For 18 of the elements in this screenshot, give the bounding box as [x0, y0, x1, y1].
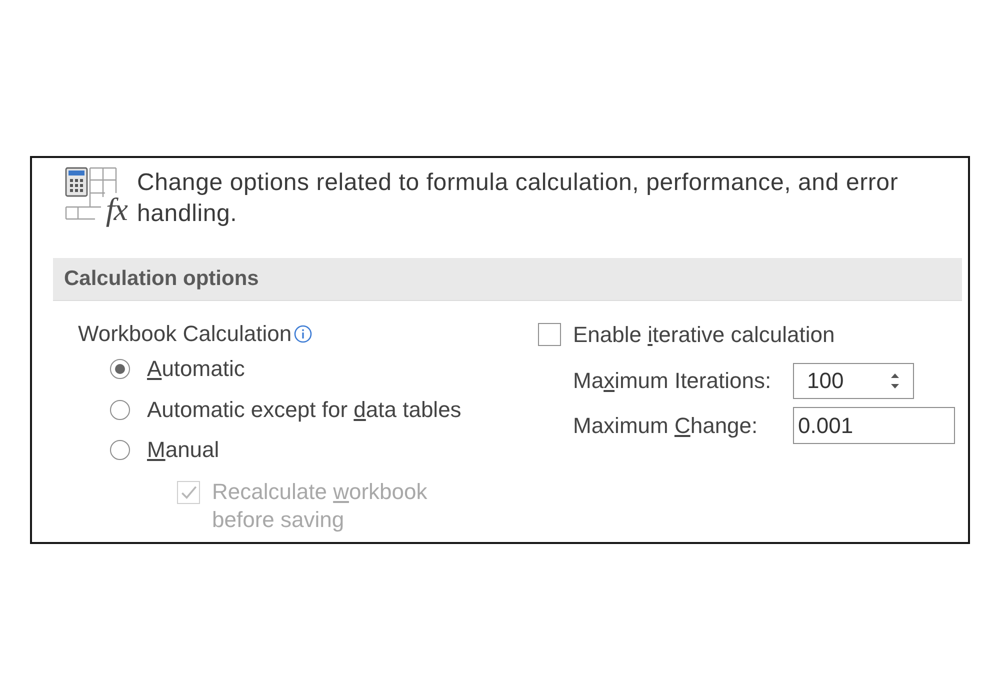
- number-spinner[interactable]: 100: [793, 363, 914, 399]
- radio-label[interactable]: Automatic except for data tables: [147, 396, 462, 423]
- checkmark-icon: [180, 486, 196, 498]
- info-icon[interactable]: [294, 324, 312, 342]
- checkbox-label[interactable]: Enable iterative calculation: [573, 322, 835, 348]
- group-label: Workbook Calculation: [78, 320, 292, 346]
- radio-button[interactable]: [110, 359, 130, 380]
- field-label: Maximum Change:: [573, 412, 759, 438]
- radio-label[interactable]: Manual: [147, 437, 220, 464]
- checkbox[interactable]: [538, 323, 561, 346]
- radio-label[interactable]: Automatic: [147, 356, 245, 382]
- field-label: Maximum Iterations:: [573, 368, 772, 394]
- section-header: Calculation options: [53, 258, 962, 301]
- input-field[interactable]: 0.001: [793, 407, 955, 444]
- radio-button[interactable]: [110, 400, 130, 420]
- spin-arrows-icon[interactable]: [890, 371, 900, 391]
- radio-button[interactable]: [110, 440, 130, 460]
- description-text: Change options related to formula calculation, performance, and error handling.: [137, 168, 900, 229]
